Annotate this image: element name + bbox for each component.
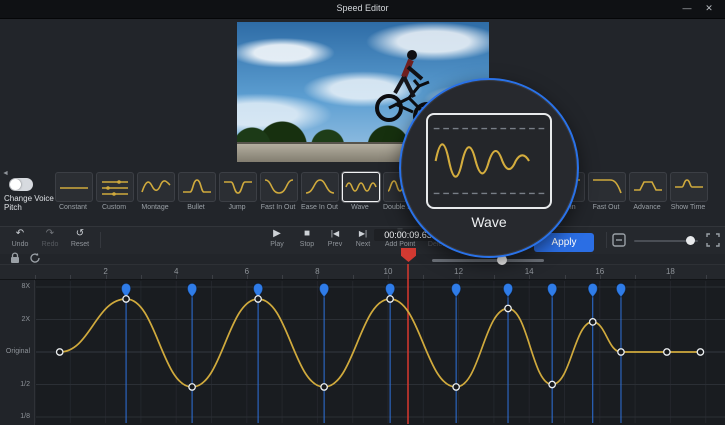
ruler-tick — [600, 275, 601, 279]
ruler-tick — [670, 275, 671, 279]
reset-button[interactable]: ↺ Reset — [62, 228, 98, 248]
preset-montage[interactable]: Montage — [137, 172, 175, 211]
preset-label: Ease In Out — [301, 204, 337, 211]
voice-pitch-toggle[interactable] — [9, 178, 33, 191]
ruler-tick — [423, 275, 424, 279]
speed-axis-label: 1/2 — [20, 381, 30, 388]
preset-label: Fast In Out — [260, 204, 296, 211]
ruler-tick — [388, 275, 389, 279]
zoom-out-icon[interactable] — [612, 233, 626, 247]
ruler-tick — [282, 275, 283, 279]
preset-thumbnail — [588, 172, 626, 202]
lock-icon[interactable] — [8, 252, 22, 264]
preset-thumbnail — [96, 172, 134, 202]
preset-thumbnail — [260, 172, 298, 202]
ruler-tick — [353, 275, 354, 279]
timeline-ruler[interactable]: 24681012141618 — [0, 264, 725, 280]
ruler-tick — [529, 275, 530, 279]
preset-thumbnail — [219, 172, 257, 202]
close-icon[interactable]: ✕ — [701, 3, 717, 14]
ruler-tick — [706, 275, 707, 279]
speed-axis-gutter: 8X 2X Original 1/2 1/8 — [0, 280, 35, 425]
preset-label: Constant — [55, 204, 91, 211]
preset-label: Advance — [629, 204, 665, 211]
preset-jump[interactable]: Jump — [219, 172, 257, 211]
preset-fast_out[interactable]: Fast Out — [588, 172, 626, 211]
preset-thumbnail — [55, 172, 93, 202]
preset-label: Montage — [137, 204, 173, 211]
collapse-arrow-icon[interactable]: ◄ — [2, 170, 9, 177]
preset-label: Fast Out — [588, 204, 624, 211]
preset-label: Show Time — [670, 204, 706, 211]
playhead-handle[interactable] — [401, 248, 416, 262]
preset-constant[interactable]: Constant — [55, 172, 93, 211]
ruler-tick — [317, 275, 318, 279]
ruler-tick — [35, 275, 36, 279]
ruler-tick — [565, 275, 566, 279]
magnified-wave-thumbnail — [426, 113, 552, 209]
ruler-tick — [494, 275, 495, 279]
preview-progress-slider[interactable] — [432, 259, 544, 262]
ruler-tick — [247, 275, 248, 279]
preset-label: Bullet — [178, 204, 214, 211]
preset-thumbnail — [629, 172, 667, 202]
curve-reset-icon[interactable] — [28, 252, 42, 264]
preset-label: Custom — [96, 204, 132, 211]
speed-axis-label: Original — [6, 348, 30, 355]
preset-label: Jump — [219, 204, 255, 211]
minimize-icon[interactable]: — — [679, 3, 695, 13]
preset-wave[interactable]: Wave — [342, 172, 380, 211]
speed-axis-label: 2X — [21, 316, 30, 323]
preset-ease_in_out[interactable]: Ease In Out — [301, 172, 339, 211]
ruler-tick — [459, 275, 460, 279]
speed-axis-label: 8X — [21, 283, 30, 290]
preset-thumbnail — [301, 172, 339, 202]
preset-thumbnail — [137, 172, 175, 202]
magnified-wave-curve — [428, 115, 550, 207]
preset-show_time[interactable]: Show Time — [670, 172, 708, 211]
preset-fast_in_out[interactable]: Fast In Out — [260, 172, 298, 211]
ruler-tick — [212, 275, 213, 279]
magnifier-circle: Wave — [399, 78, 579, 258]
speed-axis-label: 1/8 — [20, 413, 30, 420]
fit-size-icon[interactable] — [706, 233, 720, 247]
ruler-tick — [106, 275, 107, 279]
reset-icon: ↺ — [62, 228, 98, 240]
preset-label: Wave — [342, 204, 378, 211]
toolbar-divider — [606, 232, 607, 248]
preset-advance[interactable]: Advance — [629, 172, 667, 211]
speed-editor-window: Speed Editor — ✕ ◄ Change Voice Pitch Co… — [0, 0, 725, 425]
timeline-zoom-knob[interactable] — [686, 236, 695, 245]
title-bar: Speed Editor — ✕ — [0, 0, 725, 19]
magnified-preset-label: Wave — [401, 214, 577, 230]
ruler-tick — [70, 275, 71, 279]
preset-bullet[interactable]: Bullet — [178, 172, 216, 211]
ruler-tick — [176, 275, 177, 279]
toggle-knob-icon — [10, 179, 21, 190]
voice-pitch-label: Change Voice Pitch — [4, 194, 62, 212]
ruler-tick — [141, 275, 142, 279]
preset-thumbnail — [670, 172, 708, 202]
preset-custom[interactable]: Custom — [96, 172, 134, 211]
ruler-tick — [635, 275, 636, 279]
preset-thumbnail — [178, 172, 216, 202]
window-title: Speed Editor — [0, 3, 725, 13]
preset-thumbnail — [342, 172, 380, 202]
curve-graph[interactable] — [0, 280, 725, 425]
toolbar-divider — [100, 232, 101, 248]
